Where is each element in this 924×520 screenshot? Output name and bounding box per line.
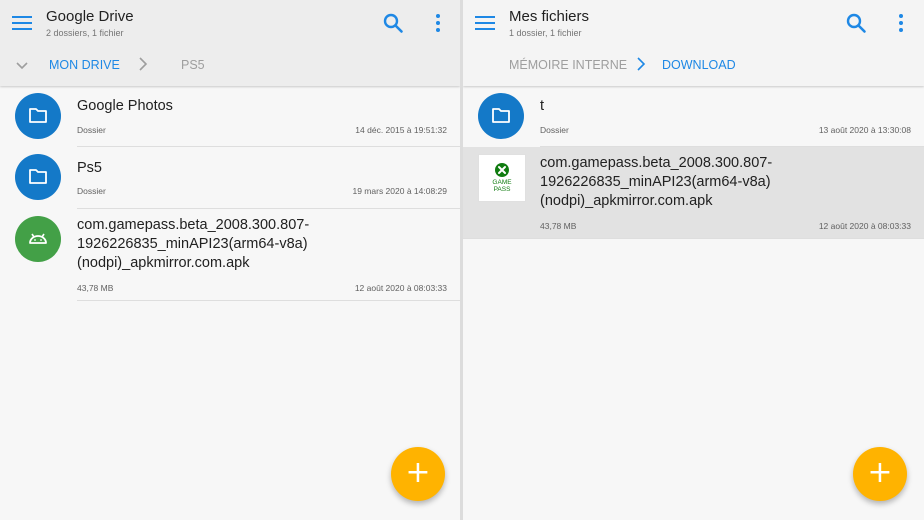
breadcrumb-mon-drive[interactable]: MON DRIVE (49, 58, 120, 72)
item-date: 19 mars 2020 à 14:08:29 (352, 186, 447, 196)
game-pass-text: PASS (493, 186, 511, 193)
breadcrumb-memoire-interne[interactable]: MÉMOIRE INTERNE (509, 58, 627, 72)
menu-icon[interactable] (12, 14, 32, 32)
item-date: 12 août 2020 à 08:03:33 (354, 283, 447, 293)
chevron-right-icon (637, 57, 646, 71)
item-date: 14 déc. 2015 à 19:51:32 (355, 125, 447, 135)
left-breadcrumb: MON DRIVE PS5 (0, 56, 460, 76)
item-name-line: (nodpi)_apkmirror.com.apk (540, 193, 713, 209)
game-pass-text: GAME (492, 179, 512, 186)
item-meta: 43,78 MB (77, 283, 114, 293)
folder-icon (15, 93, 61, 139)
breadcrumb-download[interactable]: DOWNLOAD (662, 58, 736, 72)
item-date: 12 août 2020 à 08:03:33 (818, 221, 911, 231)
right-subtitle: 1 dossier, 1 fichier (509, 28, 582, 38)
folder-icon (15, 154, 61, 200)
plus-icon: + (867, 455, 893, 490)
folder-icon (478, 93, 524, 139)
item-name-line: com.gamepass.beta_2008.300.807- (77, 217, 310, 233)
item-meta: 43,78 MB (540, 221, 577, 231)
right-app-bar: Mes fichiers 1 dossier, 1 fichier MÉMOIR… (463, 0, 924, 86)
breadcrumb-ps5[interactable]: PS5 (181, 58, 205, 72)
xbox-icon (495, 163, 509, 177)
more-options-icon[interactable] (435, 14, 441, 34)
search-icon[interactable] (382, 12, 404, 34)
list-item[interactable]: Google Photos Dossier 14 déc. 2015 à 19:… (0, 86, 460, 147)
menu-icon[interactable] (475, 14, 495, 32)
list-item[interactable]: com.gamepass.beta_2008.300.807- 19262268… (0, 209, 460, 301)
android-icon (15, 216, 61, 262)
item-name: com.gamepass.beta_2008.300.807- 19262268… (77, 216, 367, 273)
left-pane: Google Drive 2 dossiers, 1 fichier MON D… (0, 0, 460, 520)
game-pass-icon: GAME PASS (478, 154, 526, 202)
item-name-line: com.gamepass.beta_2008.300.807- (540, 155, 773, 171)
item-meta: Dossier (77, 125, 106, 135)
item-name-line: (nodpi)_apkmirror.com.apk (77, 255, 250, 271)
right-pane: Mes fichiers 1 dossier, 1 fichier MÉMOIR… (463, 0, 924, 520)
list-item[interactable]: Ps5 Dossier 19 mars 2020 à 14:08:29 (0, 147, 460, 209)
item-name: t (540, 98, 545, 114)
plus-icon: + (405, 455, 431, 490)
item-name-line: 1926226835_minAPI23(arm64-v8a) (77, 236, 308, 252)
chevron-down-icon[interactable] (16, 58, 28, 74)
add-fab-button[interactable]: + (853, 447, 907, 501)
right-breadcrumb: MÉMOIRE INTERNE DOWNLOAD (463, 56, 924, 76)
item-name: com.gamepass.beta_2008.300.807- 19262268… (540, 154, 830, 211)
item-name: Google Photos (77, 98, 173, 114)
item-name-line: 1926226835_minAPI23(arm64-v8a) (540, 174, 771, 190)
list-item-selected[interactable]: GAME PASS com.gamepass.beta_2008.300.807… (463, 147, 924, 239)
item-meta: Dossier (540, 125, 569, 135)
divider (463, 238, 924, 239)
divider (77, 300, 460, 301)
chevron-right-icon (139, 57, 148, 71)
item-meta: Dossier (77, 186, 106, 196)
more-options-icon[interactable] (898, 14, 904, 34)
right-title: Mes fichiers (509, 8, 590, 25)
item-date: 13 août 2020 à 13:30:08 (818, 125, 911, 135)
left-app-bar: Google Drive 2 dossiers, 1 fichier MON D… (0, 0, 460, 86)
list-item[interactable]: t Dossier 13 août 2020 à 13:30:08 (463, 86, 924, 147)
left-subtitle: 2 dossiers, 1 fichier (46, 28, 124, 38)
left-title: Google Drive (46, 8, 134, 25)
search-icon[interactable] (845, 12, 867, 34)
item-name: Ps5 (77, 160, 102, 176)
add-fab-button[interactable]: + (391, 447, 445, 501)
